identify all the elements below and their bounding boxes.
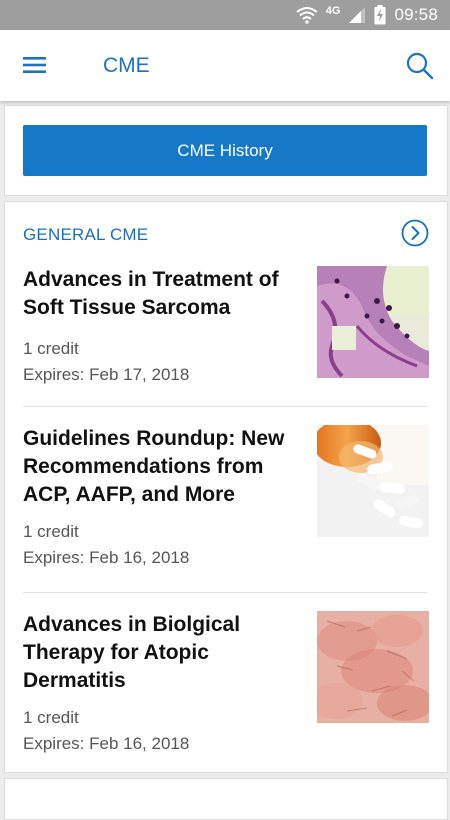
cme-list-item[interactable]: Advances in Biolgical Therapy for Atopic… bbox=[23, 611, 429, 753]
cme-history-button[interactable]: CME History bbox=[23, 125, 427, 176]
item-thumbnail-pills bbox=[317, 425, 429, 537]
search-button[interactable] bbox=[404, 50, 436, 82]
cme-list-item[interactable]: Guidelines Roundup: New Recommendations … bbox=[23, 425, 429, 567]
item-thumbnail-skin bbox=[317, 611, 429, 723]
history-card: CME History bbox=[4, 105, 448, 196]
network-type-label: 4G bbox=[325, 5, 341, 17]
page-title: CME bbox=[103, 54, 150, 77]
signal-icon bbox=[349, 7, 366, 23]
chevron-right-circle-icon bbox=[401, 219, 429, 247]
item-expires: Expires: Feb 16, 2018 bbox=[23, 734, 190, 753]
wifi-icon bbox=[296, 7, 318, 24]
item-thumbnail-histology bbox=[317, 266, 429, 378]
next-card bbox=[4, 778, 448, 820]
divider bbox=[23, 406, 427, 407]
search-icon bbox=[406, 52, 434, 80]
cme-list-item[interactable]: Advances in Treatment of Soft Tissue Sar… bbox=[23, 266, 429, 384]
item-expires: Expires: Feb 17, 2018 bbox=[23, 365, 190, 384]
menu-button[interactable] bbox=[18, 50, 52, 80]
hamburger-menu-icon bbox=[23, 57, 46, 73]
battery-charging-icon bbox=[374, 5, 386, 25]
app-bar: CME bbox=[0, 30, 450, 101]
status-bar: 4G 09:58 bbox=[0, 0, 450, 30]
item-credit: 1 credit bbox=[23, 522, 79, 541]
item-title: Advances in Treatment of Soft Tissue Sar… bbox=[23, 268, 279, 319]
section-more-button[interactable] bbox=[401, 219, 429, 247]
item-credit: 1 credit bbox=[23, 708, 79, 727]
item-credit: 1 credit bbox=[23, 339, 79, 358]
item-title: Advances in Biolgical Therapy for Atopic… bbox=[23, 613, 241, 692]
item-expires: Expires: Feb 16, 2018 bbox=[23, 548, 190, 567]
item-title: Guidelines Roundup: New Recommendations … bbox=[23, 427, 285, 506]
divider bbox=[23, 592, 427, 593]
general-cme-card: GENERAL CME Advances in Treatment of Sof… bbox=[4, 201, 448, 773]
status-time: 09:58 bbox=[394, 5, 438, 24]
section-title: GENERAL CME bbox=[23, 225, 149, 244]
